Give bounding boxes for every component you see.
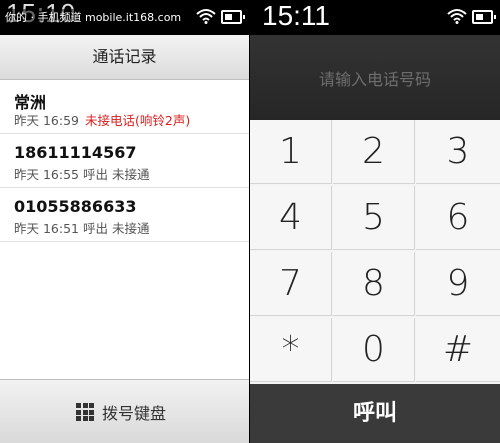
status-bar: 15:11 bbox=[250, 0, 500, 35]
dialpad-button[interactable]: 拨号键盘 bbox=[76, 400, 166, 424]
status-bar: 15:10 你的 · 手机频道 mobile.it168.com bbox=[0, 0, 249, 35]
call-meta: 昨天 16:55 呼出 未接通 bbox=[14, 164, 149, 183]
key-0[interactable]: 0 bbox=[333, 318, 415, 382]
wifi-icon bbox=[447, 9, 467, 24]
dialpad-button-label: 拨号键盘 bbox=[102, 404, 167, 423]
key-8[interactable]: 8 bbox=[333, 252, 415, 316]
call-meta: 昨天 16:51 呼出 未接通 bbox=[14, 218, 149, 237]
key-5[interactable]: 5 bbox=[333, 186, 415, 250]
call-time: 昨天 16:55 bbox=[14, 167, 79, 182]
caller-name: 01055886633 bbox=[14, 197, 137, 216]
page-title: 通话记录 bbox=[0, 35, 249, 80]
key-6[interactable]: 6 bbox=[416, 186, 500, 250]
battery-icon bbox=[472, 10, 496, 24]
number-placeholder: 请输入电话号码 bbox=[318, 70, 431, 89]
call-status: 未接电话(响铃2声) bbox=[85, 113, 191, 128]
status-time: 15:11 bbox=[262, 0, 330, 31]
grid-icon bbox=[76, 403, 94, 421]
caller-name: 18611114567 bbox=[14, 143, 137, 162]
key-4[interactable]: 4 bbox=[250, 186, 332, 250]
call-meta: 昨天 16:59 未接电话(响铃2声) bbox=[14, 110, 190, 129]
call-status: 呼出 未接通 bbox=[82, 221, 150, 236]
call-log-item[interactable]: 18611114567 昨天 16:55 呼出 未接通 bbox=[0, 134, 249, 188]
key-star[interactable]: * bbox=[250, 318, 332, 382]
key-2[interactable]: 2 bbox=[333, 120, 415, 184]
wifi-icon bbox=[196, 9, 216, 24]
key-hash[interactable]: # bbox=[416, 318, 500, 382]
key-7[interactable]: 7 bbox=[250, 252, 332, 316]
bottom-bar: 拨号键盘 bbox=[0, 379, 249, 443]
battery-icon bbox=[221, 10, 245, 24]
number-input[interactable]: 请输入电话号码 bbox=[250, 35, 500, 120]
call-status: 呼出 未接通 bbox=[82, 167, 150, 182]
dialer-screen: 15:11 请输入电话号码 1 2 3 4 5 6 7 8 9 * 0 # 呼叫 bbox=[250, 0, 500, 443]
key-3[interactable]: 3 bbox=[416, 120, 500, 184]
keypad: 1 2 3 4 5 6 7 8 9 * 0 # bbox=[250, 120, 500, 384]
call-time: 昨天 16:51 bbox=[14, 221, 79, 236]
call-log-item[interactable]: 常洲 昨天 16:59 未接电话(响铃2声) bbox=[0, 80, 249, 134]
key-1[interactable]: 1 bbox=[250, 120, 332, 184]
call-log-item[interactable]: 01055886633 昨天 16:51 呼出 未接通 bbox=[0, 188, 249, 242]
watermark: 你的 · 手机频道 mobile.it168.com bbox=[2, 9, 185, 25]
call-time: 昨天 16:59 bbox=[14, 113, 79, 128]
key-9[interactable]: 9 bbox=[416, 252, 500, 316]
call-button[interactable]: 呼叫 bbox=[250, 384, 500, 443]
call-log-screen: 15:10 你的 · 手机频道 mobile.it168.com 通话记录 常洲… bbox=[0, 0, 249, 443]
